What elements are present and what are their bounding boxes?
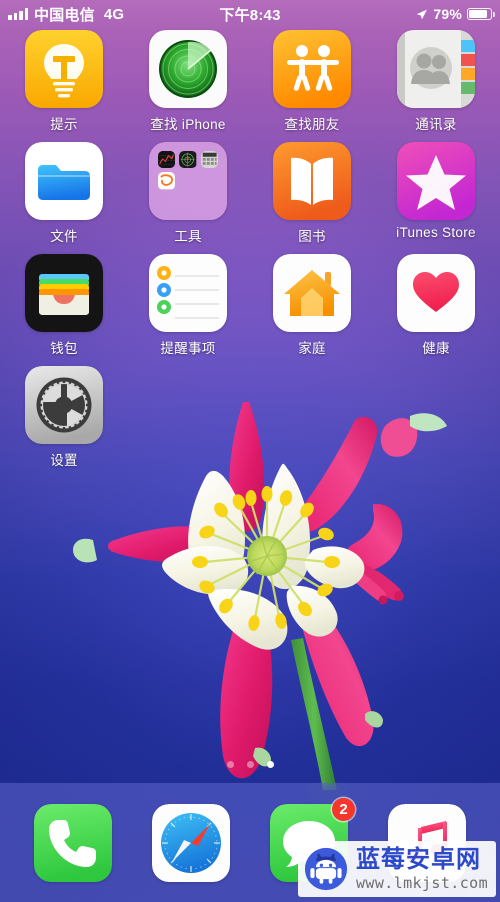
carrier-name: 中国电信 [34, 6, 95, 24]
clock: 下午8:43 [219, 6, 281, 24]
app-health[interactable]: 健康 [386, 254, 486, 357]
messages-badge: 2 [332, 798, 355, 821]
reminders-list-icon [149, 254, 227, 332]
stocks-icon [158, 151, 176, 169]
app-label: 查找 iPhone [150, 117, 226, 132]
network-type: 4G [103, 5, 125, 23]
page-dot-1[interactable] [226, 761, 234, 768]
itunes-store-star-icon [397, 142, 475, 220]
contacts-book-icon [397, 30, 475, 108]
app-find-friends[interactable]: 查找朋友 [262, 30, 362, 133]
app-label: 设置 [50, 453, 78, 468]
status-bar-center: 下午8:43 [219, 4, 280, 25]
app-slot-empty-3 [386, 366, 486, 469]
home-house-icon [273, 254, 351, 332]
android-robot-logo-icon [304, 847, 348, 891]
app-slot-empty-1 [138, 366, 238, 469]
app-label: 工具 [174, 229, 202, 244]
phone-handset-icon [34, 804, 112, 882]
app-find-iphone[interactable]: 查找 iPhone [138, 30, 238, 133]
status-bar: 中国电信 4G 下午8:43 79% [0, 0, 500, 28]
watermark-url: www.lmkjst.com [355, 873, 488, 892]
app-label: 家庭 [298, 341, 326, 356]
app-files[interactable]: 文件 [14, 142, 114, 245]
page-dot-3-active[interactable] [266, 761, 274, 768]
app-grid: 提示 查找 iPhone 查找朋友 通讯录 文件 工具 图书 iTunes St… [0, 30, 500, 478]
status-bar-left: 中国电信 4G [8, 4, 219, 25]
app-label: 通讯录 [415, 117, 457, 132]
app-label: 健康 [422, 341, 450, 356]
watermark-site-name: 蓝莓安卓网 [355, 845, 481, 873]
app-wallet[interactable]: 钱包 [14, 254, 114, 357]
app-contacts[interactable]: 通讯录 [386, 30, 486, 133]
app-label: 查找朋友 [284, 117, 340, 132]
app-row-1: 提示 查找 iPhone 查找朋友 通讯录 [14, 30, 486, 133]
iphone-home-screen: 中国电信 4G 下午8:43 79% 提示 查找 iPhone 查找朋友 通讯录… [0, 0, 500, 902]
app-home[interactable]: 家庭 [262, 254, 362, 357]
find-iphone-radar-icon [149, 30, 227, 108]
app-tips[interactable]: 提示 [14, 30, 114, 133]
safari-compass-icon [152, 804, 230, 882]
calculator-icon [200, 151, 218, 169]
app-settings[interactable]: 设置 [14, 366, 114, 469]
app-label: 图书 [298, 229, 326, 244]
app-reminders[interactable]: 提醒事项 [138, 254, 238, 357]
tips-lightbulb-icon [25, 30, 103, 108]
compass-icon [179, 151, 197, 169]
page-dot-2[interactable] [246, 761, 254, 768]
page-indicator[interactable] [0, 761, 500, 768]
app-label: 提示 [50, 117, 78, 132]
tools-folder-icon [149, 142, 227, 220]
battery-icon [467, 8, 496, 20]
battery-percent: 79% [433, 6, 463, 22]
app-label: 文件 [50, 229, 78, 244]
location-arrow-icon [417, 9, 428, 19]
settings-gear-icon [25, 366, 103, 444]
app-folder-tools[interactable]: 工具 [138, 142, 238, 245]
files-folder-icon [25, 142, 103, 220]
app-label: 钱包 [50, 341, 78, 356]
app-itunes-store[interactable]: iTunes Store [386, 142, 486, 245]
app-books[interactable]: 图书 [262, 142, 362, 245]
app-label: 提醒事项 [160, 341, 216, 356]
sogou-input-icon [158, 172, 176, 190]
dock-app-safari[interactable] [152, 804, 230, 882]
dock-app-phone[interactable] [34, 804, 112, 882]
status-bar-right: 79% [281, 6, 496, 22]
app-row-2: 文件 工具 图书 iTunes Store [14, 142, 486, 245]
folder-mini-grid [149, 142, 227, 220]
find-friends-people-icon [273, 30, 351, 108]
books-icon [273, 142, 351, 220]
signal-bars-icon [8, 8, 28, 20]
app-row-3: 钱包 提醒事项 家庭 健康 [14, 254, 486, 357]
site-watermark: 蓝莓安卓网 www.lmkjst.com [297, 841, 496, 897]
app-slot-empty-2 [262, 366, 362, 469]
app-row-4: 设置 [14, 366, 486, 469]
watermark-text: 蓝莓安卓网 www.lmkjst.com [355, 845, 488, 892]
health-heart-icon [397, 254, 475, 332]
wallet-cards-icon [25, 254, 103, 332]
app-label: iTunes Store [396, 225, 476, 240]
